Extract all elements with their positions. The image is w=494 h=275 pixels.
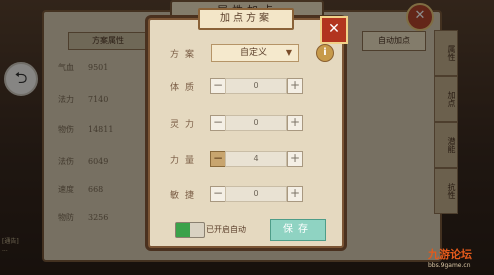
increase-button[interactable]: + [287,186,303,202]
decrease-button[interactable]: − [210,151,226,167]
chevron-down-icon: ▼ [285,48,292,57]
attr-label-spirit: 灵力 [170,120,201,130]
scheme-select[interactable]: 自定义 ▼ [211,44,299,62]
decrease-button[interactable]: − [210,78,226,94]
auto-toggle-label: 已开启自动 [206,225,246,234]
attr-value-strength: 4 [225,151,287,167]
auto-toggle[interactable] [175,222,205,238]
attr-label-constitution: 体质 [170,83,201,93]
decrease-button[interactable]: − [210,115,226,131]
info-icon[interactable]: i [316,44,334,62]
increase-button[interactable]: + [287,151,303,167]
toggle-knob [176,223,190,237]
save-button[interactable]: 保存 [270,219,326,241]
attr-value-agility: 0 [225,186,287,202]
scheme-value: 自定义 [240,48,268,58]
scheme-label: 方案 [170,50,201,60]
decrease-button[interactable]: − [210,186,226,202]
attr-label-strength: 力量 [170,156,201,166]
increase-button[interactable]: + [287,78,303,94]
close-icon[interactable]: ✕ [320,16,348,44]
attr-label-agility: 敏捷 [170,191,201,201]
dialog-title: 加点方案 [198,8,294,30]
watermark-logo: 九游论坛 bbs.9game.cn [428,248,472,269]
attr-value-constitution: 0 [225,78,287,94]
attr-value-spirit: 0 [225,115,287,131]
increase-button[interactable]: + [287,115,303,131]
